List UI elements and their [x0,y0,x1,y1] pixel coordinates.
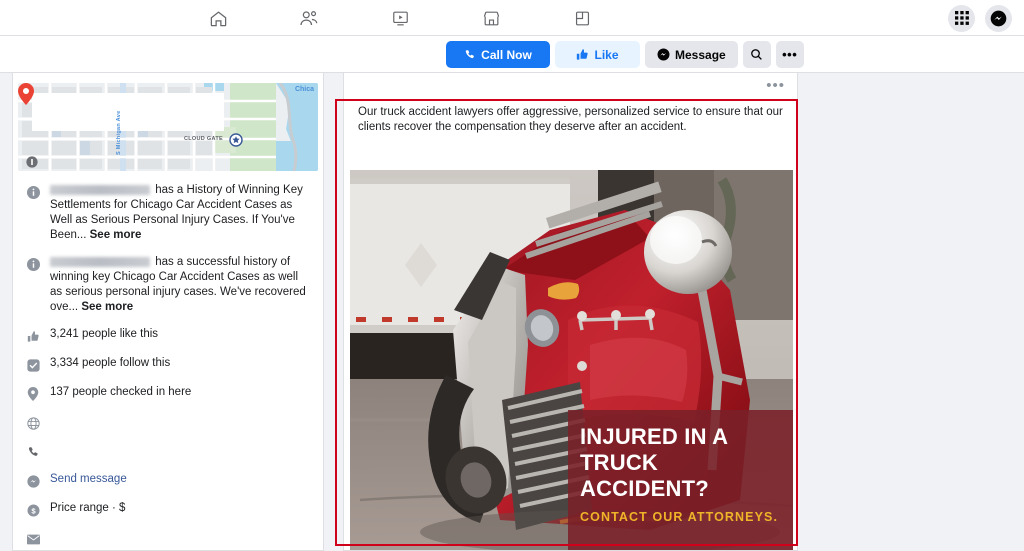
ad-headline-line3: ACCIDENT? [580,476,709,501]
follows-count-label: 3,334 people follow this [50,357,171,369]
checkins-count-label: 137 people checked in here [50,386,192,398]
redacted-business-name [50,257,150,267]
price-range-row: $ Price range · $ [13,495,323,524]
ad-headline-line1: INJURED IN A [580,424,729,449]
globe-icon [25,415,41,431]
page-action-buttons: Call Now Like Message ••• [446,41,804,68]
send-message-row[interactable]: Send message [13,466,323,495]
messenger-icon[interactable] [985,4,1012,32]
page-post-snippet-text: has a successful history of winning key … [50,256,306,313]
page-info-list: has a History of Winning Key Settlements… [13,171,323,550]
ad-subline: CONTACT OUR ATTORNEYS. [580,510,779,524]
checkins-row[interactable]: 137 people checked in here [13,379,323,408]
messenger-icon [657,48,670,61]
likes-count-label: 3,241 people like this [50,328,159,340]
like-label: Like [594,47,619,62]
email-row[interactable] [13,524,323,550]
friends-icon[interactable] [281,1,337,35]
phone-icon [465,49,475,58]
map-location-pin [18,83,34,105]
thumbs-up-icon [577,49,589,60]
post-body-text: Our truck accident lawyers offer aggress… [358,106,783,133]
redacted-business-name [50,185,150,195]
ad-headline-line2: TRUCK [580,450,658,475]
call-now-button[interactable]: Call Now [446,41,550,68]
see-more-link[interactable]: See more [90,229,142,241]
thumbs-up-icon [25,328,41,344]
svg-text:$: $ [31,506,36,515]
email-icon [25,531,41,547]
page-content-area: Chica CLOUD GATE S Michigan Ave has a Hi… [0,73,1024,551]
location-pin-icon [25,386,41,402]
search-icon [751,49,763,60]
follows-row[interactable]: 3,334 people follow this [13,350,323,379]
page-post-snippet[interactable]: has a successful history of winning key … [13,249,323,321]
map-redaction-overlay [32,93,224,131]
watch-icon[interactable] [372,1,428,35]
phone-row[interactable] [13,437,323,466]
topbar-right-group [948,0,1012,36]
groups-icon[interactable] [554,1,610,35]
post-image[interactable]: INJURED IN A TRUCK ACCIDENT? CONTACT OUR… [350,170,793,550]
map-city-label: Chica [294,86,314,93]
ad-overlay-panel: INJURED IN A TRUCK ACCIDENT? CONTACT OUR… [568,410,793,550]
info-icon [25,256,41,272]
more-options-button[interactable]: ••• [775,41,804,68]
top-navigation-bar [0,0,1024,36]
home-icon[interactable] [190,1,246,35]
map-poi-label: CLOUD GATE [184,136,223,142]
page-post-snippet[interactable]: has a History of Winning Key Settlements… [13,177,323,249]
info-icon [25,184,41,200]
location-map[interactable]: Chica CLOUD GATE S Michigan Ave [18,83,318,171]
marketplace-icon[interactable] [463,1,519,35]
apps-grid-icon[interactable] [948,4,975,32]
message-label: Message [675,47,726,62]
message-button[interactable]: Message [645,41,738,68]
see-more-link[interactable]: See more [81,301,133,313]
website-row[interactable] [13,408,323,437]
send-message-link[interactable]: Send message [50,472,311,487]
price-range-label: Price range · $ [50,502,126,514]
messenger-icon [25,473,41,489]
search-button[interactable] [742,41,771,68]
phone-icon [25,444,41,460]
page-post-card: ••• Our truck accident lawyers offer agg… [343,73,798,551]
call-now-label: Call Now [481,47,532,62]
page-info-sidebar: Chica CLOUD GATE S Michigan Ave has a Hi… [12,73,324,551]
more-options-label: ••• [782,46,798,62]
check-badge-icon [25,357,41,373]
like-button[interactable]: Like [555,41,640,68]
page-action-bar: Call Now Like Message ••• [0,36,1024,73]
page-post-snippet-text: has a History of Winning Key Settlements… [50,184,303,241]
post-options-icon[interactable]: ••• [766,78,785,93]
nav-icon-group [190,0,610,36]
dollar-icon: $ [25,502,41,518]
likes-row[interactable]: 3,241 people like this [13,321,323,350]
map-street-label: S Michigan Ave [116,110,122,155]
